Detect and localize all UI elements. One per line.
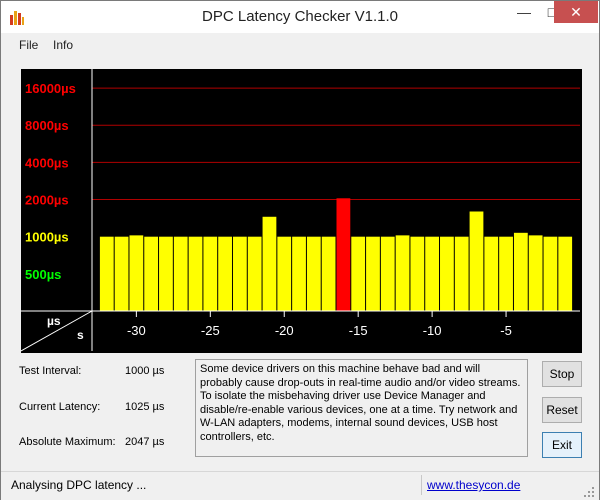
x-tick-label: -15 xyxy=(349,323,368,338)
current-latency-value: 1025 µs xyxy=(125,401,165,413)
absolute-maximum-label: Absolute Maximum: xyxy=(19,436,116,448)
app-window: DPC Latency Checker V1.1.0 — □ ✕ File In… xyxy=(0,0,600,500)
y-tick-label: 4000µs xyxy=(25,155,69,170)
bar xyxy=(366,236,380,311)
bar xyxy=(218,236,232,311)
website-link[interactable]: www.thesycon.de xyxy=(427,478,520,492)
bar xyxy=(159,236,173,311)
x-unit-label: s xyxy=(77,328,84,342)
bar xyxy=(262,216,277,311)
status-separator xyxy=(421,475,422,495)
y-tick-label: 1000µs xyxy=(25,230,69,245)
reset-button[interactable]: Reset xyxy=(542,397,582,423)
y-tick-label: 2000µs xyxy=(25,193,69,208)
y-tick-label: 8000µs xyxy=(25,118,69,133)
bar xyxy=(203,236,218,311)
menu-bar: File Info xyxy=(1,34,599,56)
bar xyxy=(528,235,543,311)
bar xyxy=(440,236,454,311)
bar xyxy=(454,236,469,311)
bar xyxy=(336,198,351,311)
menu-file[interactable]: File xyxy=(19,38,38,52)
test-interval-label: Test Interval: xyxy=(19,365,82,377)
bar xyxy=(410,236,425,311)
bar xyxy=(395,235,410,311)
latency-chart: 500µs 1000µs 2000µs 4000µs 8000µs 16000µs -30 -… xyxy=(21,69,582,353)
resize-grip-icon[interactable] xyxy=(583,486,595,498)
exit-button[interactable]: Exit xyxy=(542,432,582,458)
bar xyxy=(306,236,321,311)
bar xyxy=(277,236,292,311)
x-tick-label: -30 xyxy=(127,323,146,338)
bar xyxy=(543,236,558,311)
x-tick-label: -20 xyxy=(275,323,294,338)
status-text: Analysing DPC latency ... xyxy=(11,478,147,492)
x-tick-label: -25 xyxy=(201,323,220,338)
bar xyxy=(292,236,306,311)
bar xyxy=(380,236,395,311)
absolute-maximum-value: 2047 µs xyxy=(125,436,165,448)
bar xyxy=(173,236,188,311)
menu-info[interactable]: Info xyxy=(53,38,73,52)
status-bar: Analysing DPC latency ... www.thesycon.d… xyxy=(1,471,599,500)
bar xyxy=(99,236,114,311)
bar xyxy=(499,236,513,311)
bar xyxy=(321,236,336,311)
current-latency-label: Current Latency: xyxy=(19,401,101,413)
diagnosis-message: Some device drivers on this machine beha… xyxy=(195,359,528,457)
bar xyxy=(129,235,144,311)
close-button[interactable]: ✕ xyxy=(554,1,598,23)
bar xyxy=(484,236,499,311)
y-tick-label: 16000µs xyxy=(25,81,76,96)
bar xyxy=(188,236,203,311)
stop-button[interactable]: Stop xyxy=(542,361,582,387)
y-unit-label: µs xyxy=(47,314,61,328)
test-interval-value: 1000 µs xyxy=(125,365,165,377)
title-bar[interactable]: DPC Latency Checker V1.1.0 — □ ✕ xyxy=(1,1,599,33)
bar xyxy=(469,211,484,311)
bar xyxy=(232,236,247,311)
bar xyxy=(114,236,129,311)
bar xyxy=(513,232,528,311)
bar xyxy=(558,236,573,311)
bar xyxy=(351,236,366,311)
y-tick-label: 500µs xyxy=(25,267,61,282)
bar xyxy=(425,236,440,311)
x-tick-label: -10 xyxy=(423,323,442,338)
x-tick-label: -5 xyxy=(500,323,512,338)
bar xyxy=(247,236,262,311)
bar xyxy=(144,236,159,311)
minimize-button[interactable]: — xyxy=(510,1,538,23)
